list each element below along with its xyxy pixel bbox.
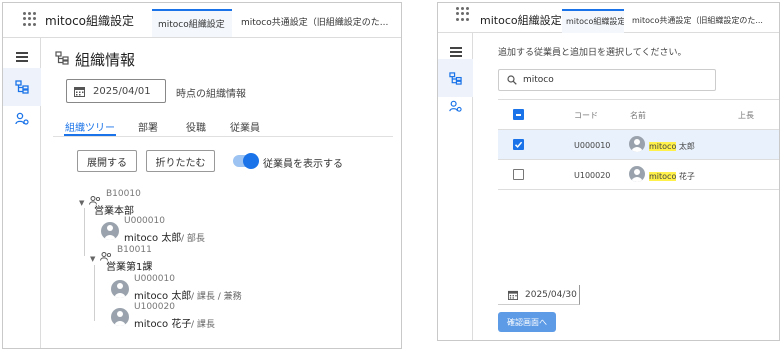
tabs-divider bbox=[53, 136, 393, 137]
name-rest: 太郎 bbox=[676, 142, 695, 151]
calendar-icon bbox=[74, 86, 85, 97]
tab-employees[interactable]: 従業員 bbox=[230, 119, 260, 134]
avatar bbox=[111, 308, 129, 326]
employee-role: / 課長 / 兼務 bbox=[191, 292, 242, 302]
show-employees-label: 従業員を表示する bbox=[263, 159, 343, 170]
column-header-name: 名前 bbox=[630, 111, 646, 120]
side-rail bbox=[438, 33, 473, 340]
tree-connector bbox=[94, 265, 95, 321]
check-icon bbox=[514, 141, 523, 149]
avatar bbox=[101, 222, 119, 240]
tab-positions[interactable]: 役職 bbox=[186, 119, 206, 134]
row-name: mitoco 花子 bbox=[649, 171, 695, 182]
search-value: mitoco bbox=[523, 75, 554, 85]
show-employees-toggle[interactable] bbox=[233, 153, 259, 169]
dept-code: B10011 bbox=[117, 245, 152, 255]
search-input[interactable]: mitoco bbox=[498, 69, 716, 91]
tab-departments[interactable]: 部署 bbox=[138, 119, 158, 134]
avatar bbox=[629, 166, 645, 182]
tab-org-settings[interactable]: mitoco組織設定 bbox=[152, 9, 232, 37]
tab-common-settings[interactable]: mitoco共通設定（旧組織設定のた... bbox=[630, 11, 778, 26]
date-value: 2025/04/30 bbox=[525, 289, 577, 300]
app-title: mitoco組織設定 bbox=[45, 14, 135, 28]
table-row[interactable]: U000010 mitoco 太郎 bbox=[498, 130, 779, 160]
expand-button[interactable]: 展開する bbox=[77, 150, 137, 172]
employee-role: / 部長 bbox=[181, 234, 205, 244]
active-tab-indicator bbox=[64, 134, 116, 136]
org-tree-icon bbox=[449, 71, 462, 85]
row-checkbox[interactable] bbox=[513, 169, 524, 180]
dept-name[interactable]: 営業第1課 bbox=[106, 258, 152, 273]
top-bar: mitoco組織設定 mitoco組織設定 mitoco共通設定（旧組織設定のた… bbox=[3, 3, 401, 38]
app-title: mitoco組織設定 bbox=[480, 14, 562, 27]
date-suffix-label: 時点の組織情報 bbox=[176, 89, 246, 100]
add-employee-window: mitoco組織設定 mitoco組織設定 mitoco共通設定（旧組織設定のた… bbox=[437, 2, 780, 341]
user-settings-icon bbox=[15, 112, 29, 125]
app-launcher-icon[interactable] bbox=[456, 7, 470, 21]
toggle-knob bbox=[243, 153, 259, 169]
employee-name[interactable]: mitoco 太郎 bbox=[124, 229, 181, 244]
employee-code: U100020 bbox=[134, 302, 175, 312]
org-structure-icon bbox=[55, 51, 69, 65]
app-launcher-icon[interactable] bbox=[23, 12, 37, 26]
row-code: U100020 bbox=[574, 171, 611, 180]
tab-common-settings[interactable]: mitoco共通設定（旧組織設定のた... bbox=[239, 11, 399, 28]
date-value: 2025/04/01 bbox=[93, 85, 151, 97]
tree-connector bbox=[84, 208, 85, 256]
row-checkbox[interactable] bbox=[513, 139, 524, 150]
column-header-code: コード bbox=[574, 111, 598, 120]
row-code: U000010 bbox=[574, 141, 611, 150]
name-rest: 花子 bbox=[676, 172, 695, 181]
collapse-button[interactable]: 折りたたむ bbox=[146, 150, 215, 172]
employee-code: U000010 bbox=[124, 216, 165, 226]
table-row[interactable]: U100020 mitoco 花子 bbox=[498, 160, 779, 190]
dept-expand-caret[interactable]: ▼ bbox=[79, 199, 84, 207]
search-highlight: mitoco bbox=[649, 142, 677, 151]
dept-expand-caret[interactable]: ▼ bbox=[90, 255, 95, 263]
dept-code: B10010 bbox=[106, 189, 141, 199]
rail-user-settings-button[interactable] bbox=[438, 87, 473, 125]
hamburger-icon bbox=[16, 52, 28, 62]
employee-code: U000010 bbox=[134, 274, 175, 284]
column-header-supervisor: 上長 bbox=[738, 111, 754, 120]
row-name: mitoco 太郎 bbox=[649, 141, 695, 152]
search-icon bbox=[507, 75, 517, 85]
dept-name[interactable]: 営業本部 bbox=[94, 202, 134, 217]
page-title: 組織情報 bbox=[75, 51, 136, 69]
hamburger-icon bbox=[449, 47, 462, 57]
date-picker[interactable]: 2025/04/30 bbox=[498, 285, 580, 305]
tab-org-settings[interactable]: mitoco組織設定 bbox=[562, 9, 624, 33]
confirm-button[interactable]: 確認画面へ bbox=[498, 312, 556, 332]
org-settings-window: mitoco組織設定 mitoco組織設定 mitoco共通設定（旧組織設定のた… bbox=[2, 2, 402, 349]
org-tree-icon bbox=[15, 80, 29, 94]
employee-role: / 課長 bbox=[191, 320, 215, 330]
tab-org-tree[interactable]: 組織ツリー bbox=[65, 119, 115, 134]
rail-user-settings-button[interactable] bbox=[3, 100, 41, 138]
user-settings-icon bbox=[449, 100, 462, 112]
avatar bbox=[629, 136, 645, 152]
date-picker[interactable]: 2025/04/01 bbox=[66, 79, 166, 103]
calendar-icon bbox=[508, 290, 518, 300]
table-header: コード 名前 上長 bbox=[498, 100, 779, 130]
employee-name[interactable]: mitoco 太郎 bbox=[134, 287, 191, 302]
employee-name[interactable]: mitoco 花子 bbox=[134, 315, 191, 330]
avatar bbox=[111, 280, 129, 298]
side-rail bbox=[3, 38, 41, 348]
employee-table: コード 名前 上長 U000010 mitoco 太郎 U100020 mito… bbox=[498, 99, 779, 285]
select-all-checkbox[interactable] bbox=[513, 109, 524, 120]
instruction-text: 追加する従業員と追加日を選択してください。 bbox=[498, 48, 687, 58]
top-bar: mitoco組織設定 mitoco組織設定 mitoco共通設定（旧組織設定のた… bbox=[438, 3, 779, 33]
search-highlight: mitoco bbox=[649, 172, 677, 181]
